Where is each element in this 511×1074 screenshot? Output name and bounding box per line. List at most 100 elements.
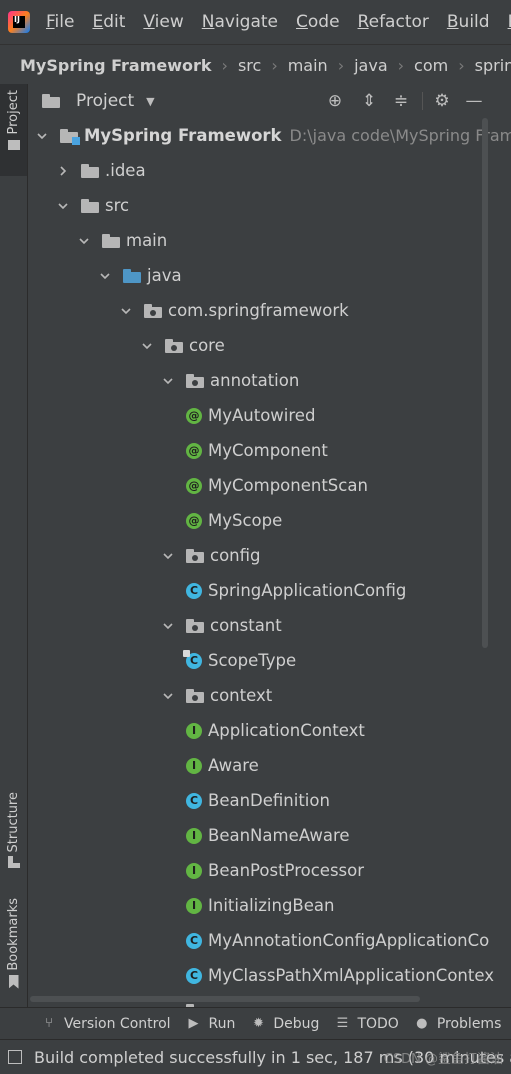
stripe-tab-bookmarks[interactable]: Bookmarks <box>0 898 27 998</box>
tree-node[interactable]: @ MyAutowired <box>183 398 511 433</box>
breadcrumb-separator-icon: › <box>337 55 345 75</box>
tree-node[interactable]: C ScopeType <box>183 643 511 678</box>
tree-node[interactable]: com.springframework <box>120 293 511 328</box>
tree-node[interactable]: @ MyComponent <box>183 433 511 468</box>
chevron-down-icon[interactable] <box>57 200 69 212</box>
chevron-down-icon[interactable] <box>162 375 174 387</box>
menu-refactor[interactable]: Refactor <box>358 12 429 32</box>
breadcrumb-item[interactable]: springfra <box>475 56 511 75</box>
tool-windows-toggle-icon[interactable] <box>8 1050 22 1064</box>
tree-node[interactable]: context <box>162 678 511 713</box>
vertical-scrollbar[interactable] <box>482 118 488 648</box>
folder-icon <box>42 94 60 108</box>
chevron-down-icon[interactable] <box>36 130 48 142</box>
menu-bar: IJ File Edit View Navigate Code Refactor… <box>0 0 511 44</box>
tool-window-label: Debug <box>273 1016 320 1032</box>
tree-node-label: src <box>105 196 130 215</box>
tree-node[interactable]: I BeanNameAware <box>183 818 511 853</box>
menu-edit[interactable]: Edit <box>92 12 125 32</box>
tree-node-label: MyComponent <box>208 441 328 460</box>
tree-node[interactable]: constant <box>162 608 511 643</box>
tree-node-label: ScopeType <box>208 651 297 670</box>
chevron-down-icon[interactable] <box>162 620 174 632</box>
folder-icon <box>123 268 141 283</box>
tree-node[interactable]: C BeanDefinition <box>183 783 511 818</box>
tree-node[interactable]: main <box>78 223 511 258</box>
chevron-down-icon[interactable] <box>120 305 132 317</box>
tree-node[interactable]: .idea <box>57 153 511 188</box>
run-button[interactable]: ▶ Run <box>187 1016 236 1032</box>
package-icon <box>186 548 204 563</box>
tree-node[interactable]: C MyClassPathXmlApplicationContex <box>183 958 511 993</box>
tree-node-label: BeanDefinition <box>208 791 330 810</box>
tree-node[interactable]: C SpringApplicationConfig <box>183 573 511 608</box>
collapse-all-icon[interactable]: ≑ <box>392 92 410 110</box>
breadcrumb-item[interactable]: com <box>414 56 448 75</box>
tree-node[interactable]: src <box>57 188 511 223</box>
tree-node-label: BeanPostProcessor <box>208 861 365 880</box>
class-icon: C <box>186 582 202 599</box>
gear-icon[interactable]: ⚙ <box>433 92 451 110</box>
module-icon <box>60 128 80 145</box>
tree-node[interactable]: I BeanPostProcessor <box>183 853 511 888</box>
chevron-down-icon[interactable] <box>162 550 174 562</box>
tree-node[interactable]: config <box>162 538 511 573</box>
todo-button[interactable]: ☰ TODO <box>335 1016 399 1032</box>
bug-icon: ✹ <box>252 1016 264 1031</box>
stripe-tab-structure[interactable]: Structure <box>0 792 27 892</box>
breadcrumb-item[interactable]: java <box>354 56 388 75</box>
tree-node[interactable]: java <box>99 258 511 293</box>
tree-node[interactable]: I Aware <box>183 748 511 783</box>
debug-button[interactable]: ✹ Debug <box>251 1016 320 1032</box>
tree-node-label: .idea <box>105 161 146 180</box>
chevron-down-icon[interactable] <box>78 235 90 247</box>
menu-build[interactable]: Build <box>447 12 490 32</box>
menu-view[interactable]: View <box>143 12 183 32</box>
intellij-logo-icon[interactable]: IJ <box>8 11 30 33</box>
chevron-down-icon[interactable]: ▼ <box>146 95 154 108</box>
stripe-label: Bookmarks <box>6 898 21 971</box>
chevron-down-icon[interactable] <box>162 690 174 702</box>
breadcrumb-item[interactable]: src <box>238 56 261 75</box>
tree-node[interactable]: core <box>141 328 511 363</box>
folder-icon <box>7 140 20 151</box>
horizontal-scrollbar[interactable] <box>30 996 420 1002</box>
project-view-selector[interactable]: Project <box>76 91 134 111</box>
menu-run[interactable]: Ru <box>508 12 511 32</box>
chevron-right-icon[interactable] <box>57 165 69 177</box>
menu-navigate[interactable]: Navigate <box>202 12 278 32</box>
menu-code[interactable]: Code <box>296 12 340 32</box>
breadcrumb-item[interactable]: main <box>288 56 328 75</box>
tree-node-label: MyAutowired <box>208 406 316 425</box>
list-icon: ☰ <box>336 1016 349 1031</box>
problems-button[interactable]: ● Problems <box>415 1016 501 1032</box>
expand-all-icon[interactable]: ⇕ <box>360 92 378 110</box>
package-icon <box>186 688 204 703</box>
chevron-down-icon[interactable] <box>99 270 111 282</box>
breadcrumb-separator-icon: › <box>397 55 405 75</box>
breadcrumb-item[interactable]: MySpring Framework <box>20 56 212 75</box>
tree-node[interactable]: @ MyComponentScan <box>183 468 511 503</box>
tree-node[interactable]: annotation <box>162 363 511 398</box>
interface-icon: I <box>186 827 202 844</box>
tree-node[interactable]: @ MyScope <box>183 503 511 538</box>
module-path: D:\java code\MySpring Framew <box>289 126 511 145</box>
locate-icon[interactable]: ⊕ <box>326 92 344 110</box>
tree-node[interactable]: I ApplicationContext <box>183 713 511 748</box>
stripe-label: Project <box>6 90 21 135</box>
tree-node-label: MyClassPathXmlApplicationContex <box>208 966 494 985</box>
tree-node-label: MySpring Framework <box>84 126 282 145</box>
version-control-button[interactable]: ⑂ Version Control <box>42 1016 170 1032</box>
chevron-down-icon[interactable] <box>141 340 153 352</box>
breadcrumb-separator-icon: › <box>271 55 278 75</box>
tree-node[interactable]: I InitializingBean <box>183 888 511 923</box>
tree-node[interactable]: C MyAnnotationConfigApplicationCo <box>183 923 511 958</box>
stripe-tab-project[interactable]: Project <box>0 84 27 176</box>
menu-file[interactable]: File <box>46 12 74 32</box>
project-panel-header: Project ▼ ⊕ ⇕ ≑ ⚙ — <box>28 84 511 118</box>
minimize-icon[interactable]: — <box>465 92 483 110</box>
interface-icon: I <box>186 757 202 774</box>
tree-node-label: annotation <box>210 371 300 390</box>
tree-node[interactable]: MySpring Framework D:\java code\MySpring … <box>36 118 511 153</box>
package-icon <box>144 303 162 318</box>
